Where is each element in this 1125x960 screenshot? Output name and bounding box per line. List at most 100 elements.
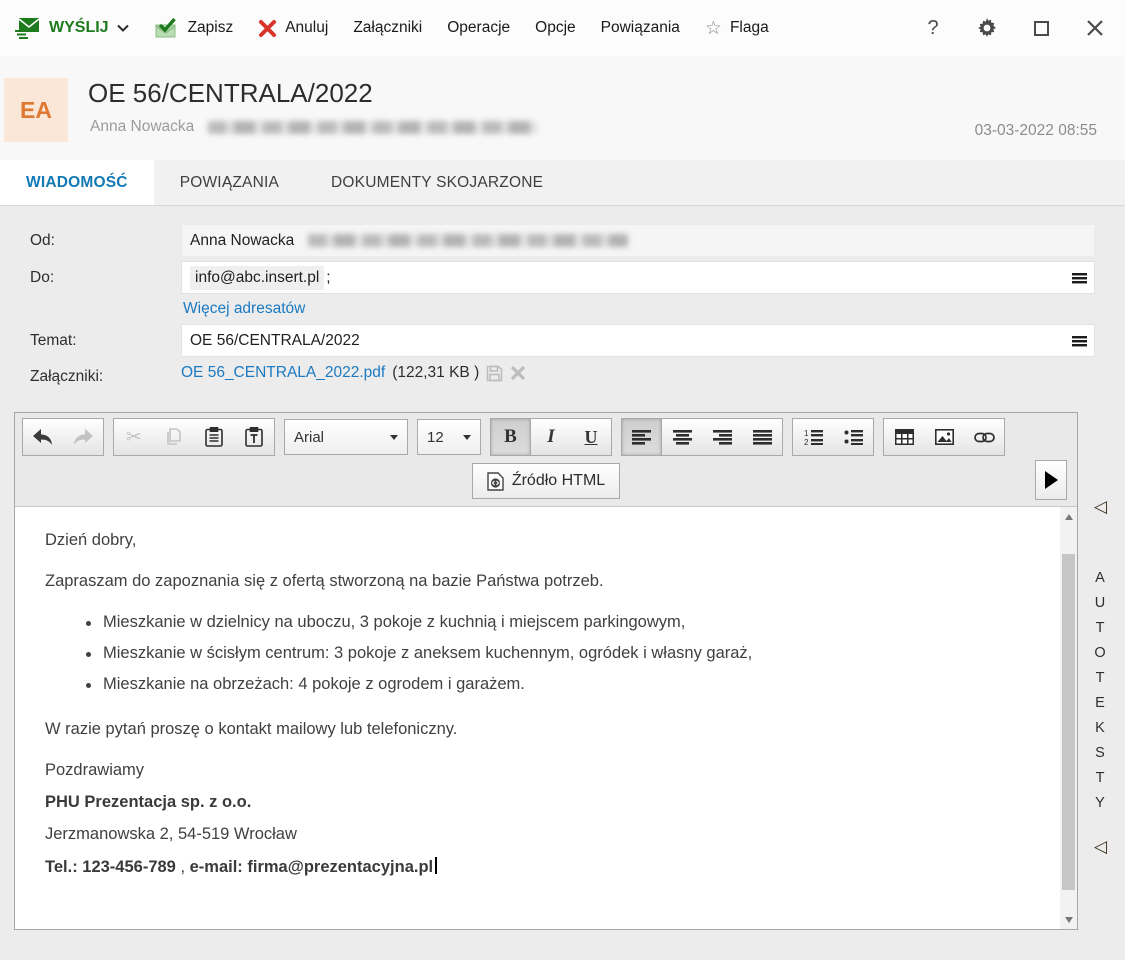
gear-icon bbox=[977, 18, 997, 38]
autotexts-tab[interactable]: AUTOTEKSTY bbox=[1092, 570, 1108, 820]
message-body[interactable]: Dzień dobry, Zapraszam do zapoznania się… bbox=[15, 506, 1077, 929]
paste-button[interactable] bbox=[194, 419, 234, 455]
svg-text:1: 1 bbox=[804, 429, 809, 438]
insert-link-button[interactable] bbox=[964, 419, 1004, 455]
html-source-button[interactable]: Źródło HTML bbox=[471, 463, 621, 499]
bold-button[interactable]: B bbox=[491, 419, 531, 455]
from-field[interactable]: Anna Nowacka bbox=[181, 224, 1095, 257]
list-item: Mieszkanie w ścisłym centrum: 3 pokoje z… bbox=[86, 644, 1031, 663]
close-button[interactable] bbox=[1083, 16, 1107, 40]
undo-icon bbox=[33, 429, 53, 445]
subject-label: Temat: bbox=[30, 332, 77, 349]
scroll-up-button[interactable] bbox=[1060, 507, 1077, 526]
tab-wiadomosc[interactable]: WIADOMOŚĆ bbox=[0, 160, 154, 205]
font-size-value: 12 bbox=[427, 428, 444, 446]
triangle-right-icon bbox=[1044, 471, 1058, 489]
toolbar-collapse-button[interactable] bbox=[1035, 460, 1067, 500]
underline-icon: U bbox=[584, 426, 598, 447]
image-icon bbox=[934, 429, 954, 445]
menu-attachments-label: Załączniki bbox=[353, 19, 423, 36]
recipient-chip[interactable]: info@abc.insert.pl bbox=[190, 265, 325, 290]
remove-attachment-icon[interactable] bbox=[510, 365, 526, 381]
from-label: Od: bbox=[30, 232, 55, 249]
save-attachment-icon[interactable] bbox=[486, 365, 503, 382]
numbered-list-button[interactable]: 12 bbox=[793, 419, 833, 455]
cancel-button[interactable]: Anuluj bbox=[258, 19, 328, 38]
save-mail-check-icon bbox=[154, 17, 180, 39]
tab-dokumenty-skojarzone[interactable]: DOKUMENTY SKOJARZONE bbox=[305, 160, 569, 205]
italic-icon: I bbox=[547, 426, 555, 447]
align-left-button[interactable] bbox=[622, 419, 662, 455]
send-button-label: WYŚLIJ bbox=[49, 19, 109, 36]
attachments-label: Załączniki: bbox=[30, 368, 104, 385]
body-bullet-list: Mieszkanie w dzielnicy na uboczu, 3 poko… bbox=[45, 613, 1031, 694]
to-label: Do: bbox=[30, 269, 55, 286]
underline-button[interactable]: U bbox=[571, 419, 611, 455]
subject-menu-icon[interactable] bbox=[1072, 335, 1087, 346]
to-field[interactable]: info@abc.insert.pl ; bbox=[181, 261, 1095, 294]
align-center-button[interactable] bbox=[662, 419, 702, 455]
font-family-value: Arial bbox=[294, 428, 325, 446]
editor-toolbar: ✂ Arial 12 B I U 1 2 Źródło HTML bbox=[15, 413, 1077, 506]
panel-collapse-bottom-icon[interactable]: ◁ bbox=[1094, 837, 1107, 857]
link-icon bbox=[973, 432, 995, 443]
italic-button[interactable]: I bbox=[531, 419, 571, 455]
menu-options-label: Opcje bbox=[535, 19, 576, 36]
help-button[interactable]: ? bbox=[921, 16, 945, 40]
paste-as-text-button[interactable] bbox=[234, 419, 274, 455]
scissors-icon: ✂ bbox=[126, 426, 142, 448]
attachment-link[interactable]: OE 56_CENTRALA_2022.pdf bbox=[181, 364, 385, 382]
tab-powiazania[interactable]: POWIĄZANIA bbox=[154, 160, 305, 205]
bullet-list-icon bbox=[844, 429, 863, 445]
menu-operations[interactable]: Operacje bbox=[447, 19, 510, 37]
triangle-up-icon bbox=[1064, 513, 1073, 520]
scrollbar-thumb[interactable] bbox=[1062, 554, 1075, 890]
insert-image-button[interactable] bbox=[924, 419, 964, 455]
scroll-down-button[interactable] bbox=[1060, 910, 1077, 929]
numbered-list-icon: 12 bbox=[804, 429, 823, 445]
send-button[interactable]: WYŚLIJ bbox=[14, 16, 129, 40]
signature-contact: Tel.: 123-456-789 , e-mail: firma@prezen… bbox=[45, 857, 1031, 877]
text-cursor bbox=[435, 857, 437, 874]
insert-table-button[interactable] bbox=[884, 419, 924, 455]
redo-button[interactable] bbox=[63, 419, 103, 455]
panel-collapse-top-icon[interactable]: ◁ bbox=[1094, 497, 1107, 517]
body-signoff: Pozdrawiamy bbox=[45, 761, 145, 779]
bullet-list-button[interactable] bbox=[833, 419, 873, 455]
save-button[interactable]: Zapisz bbox=[154, 17, 234, 39]
chevron-down-icon bbox=[116, 24, 129, 32]
copy-button[interactable] bbox=[154, 419, 194, 455]
menu-relations-label: Powiązania bbox=[600, 19, 680, 36]
flag-button-label: Flaga bbox=[729, 19, 769, 36]
undo-button[interactable] bbox=[23, 419, 63, 455]
titlebar: WYŚLIJ Zapisz Anuluj Załączniki Operacje… bbox=[0, 0, 1125, 56]
save-button-label: Zapisz bbox=[187, 19, 234, 36]
align-justify-button[interactable] bbox=[742, 419, 782, 455]
cancel-button-label: Anuluj bbox=[285, 19, 329, 36]
cut-button[interactable]: ✂ bbox=[114, 419, 154, 455]
signature-email: e-mail: firma@prezentacyjna.pl bbox=[189, 858, 434, 876]
subject-field[interactable]: OE 56/CENTRALA/2022 bbox=[181, 324, 1095, 357]
address-book-icon[interactable] bbox=[1072, 272, 1087, 283]
font-family-select[interactable]: Arial bbox=[284, 419, 408, 455]
redo-icon bbox=[73, 429, 93, 445]
menu-relations[interactable]: Powiązania bbox=[601, 19, 680, 37]
caret-down-icon bbox=[390, 434, 398, 440]
align-right-button[interactable] bbox=[702, 419, 742, 455]
more-recipients-link[interactable]: Więcej adresatów bbox=[183, 300, 305, 317]
attachment-size: (122,31 KB ) bbox=[392, 364, 480, 381]
from-value: Anna Nowacka bbox=[190, 231, 295, 249]
signature-separator: , bbox=[175, 858, 190, 876]
menu-attachments[interactable]: Załączniki bbox=[353, 19, 422, 37]
star-icon: ☆ bbox=[704, 17, 722, 39]
list-item: Mieszkanie w dzielnicy na uboczu, 3 poko… bbox=[86, 613, 1031, 632]
maximize-button[interactable] bbox=[1029, 16, 1053, 40]
menu-options[interactable]: Opcje bbox=[535, 19, 576, 37]
settings-gear-button[interactable] bbox=[975, 16, 999, 40]
subject-value: OE 56/CENTRALA/2022 bbox=[190, 331, 360, 349]
align-justify-icon bbox=[752, 429, 772, 445]
message-header: EA OE 56/CENTRALA/2022 Anna Nowacka 03-0… bbox=[0, 56, 1125, 160]
flag-button[interactable]: ☆ Flaga bbox=[705, 17, 769, 40]
editor-scrollbar[interactable] bbox=[1060, 507, 1077, 929]
font-size-select[interactable]: 12 bbox=[417, 419, 481, 455]
